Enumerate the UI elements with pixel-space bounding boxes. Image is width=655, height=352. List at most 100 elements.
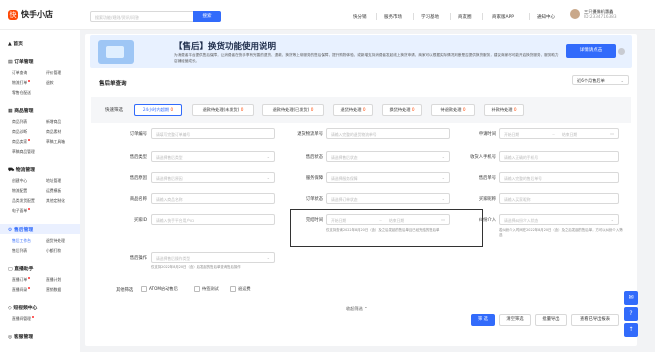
- checkbox-pending-test[interactable]: 待签测试: [194, 286, 219, 292]
- tab-refund-shipped[interactable]: 退款待处理(已发货) 0: [262, 104, 324, 116]
- sidebar-item-product-material[interactable]: 商品素材: [46, 129, 61, 135]
- chevron-down-icon: ⌄: [441, 175, 445, 180]
- aftersale-action-label: 售后操作: [129, 256, 147, 261]
- nav-service-market[interactable]: 服务市场: [384, 14, 402, 20]
- nav-divider: [376, 13, 377, 20]
- search-input[interactable]: 搜索功能/规则/资讯/问答: [95, 15, 139, 21]
- sidebar-item-live-room-manage[interactable]: 直播间管理: [12, 316, 34, 322]
- new-dot-icon: [28, 139, 31, 141]
- banner-detail-button[interactable]: 详情请点击: [566, 44, 616, 58]
- tab-refund-processing[interactable]: 待退款处理 0: [431, 104, 475, 116]
- sidebar-item-order-query[interactable]: 订单查询: [12, 70, 27, 76]
- sidebar-item-category-shipping[interactable]: 品类发货配置: [12, 198, 35, 204]
- buyer-nick-input[interactable]: 请输入买家昵称: [499, 193, 619, 204]
- tab-exchange-pending[interactable]: 换货待处理 0: [382, 104, 422, 116]
- sidebar-item-live-room-record[interactable]: 直播间录: [12, 287, 31, 293]
- sidebar-section-shortvideo[interactable]: ◇ 短视频中心: [8, 304, 37, 311]
- sidebar-item-new-product[interactable]: 新增商品: [46, 119, 61, 125]
- global-search[interactable]: 搜索功能/规则/资讯/问答 搜索: [90, 11, 221, 22]
- sidebar-item-return-pending[interactable]: 退货待处理: [46, 238, 65, 244]
- sidebar-item-product-list[interactable]: 商品列表: [12, 119, 27, 125]
- sidebar-item-refund[interactable]: 退款: [46, 80, 54, 86]
- sidebar-item-other-custom[interactable]: 其他定制化: [46, 198, 65, 204]
- date-range-select[interactable]: 近6个月售后单 ⌄: [572, 75, 629, 85]
- chevron-down-icon: ⌄: [620, 78, 624, 83]
- sidebar-section-logistics[interactable]: ⛟ 物流管理: [8, 166, 35, 174]
- sidebar-item-aftersale-workbench[interactable]: 售后工作台: [12, 238, 31, 244]
- sidebar-item-draft-tools[interactable]: 草稿工具箱: [46, 139, 65, 145]
- dispute-select[interactable]: 请选择纠纷介入状态 ⌄: [499, 214, 619, 225]
- nav-merchant-circle[interactable]: 商友圈: [458, 14, 472, 20]
- sidebar-section-aftersale[interactable]: ⚙ 售后管理: [8, 226, 33, 233]
- checkbox-return-freight[interactable]: 退运费: [230, 286, 251, 292]
- filter-button[interactable]: 筛 选: [471, 314, 495, 326]
- service-guarantee-select[interactable]: 请选择服务保障 ⌄: [326, 172, 450, 183]
- return-tracking-input[interactable]: 请输入完整的退货物流单号: [326, 128, 450, 139]
- aftersale-status-select[interactable]: 请选择售后状态 ⌄: [326, 151, 450, 162]
- nav-kuaifenxiao[interactable]: 快分销: [353, 14, 367, 20]
- apply-time-label: 申请时间: [478, 132, 496, 137]
- close-icon[interactable]: [618, 48, 625, 55]
- tab-return-pending[interactable]: 退货待处理 0: [333, 104, 373, 116]
- collapse-filters-toggle[interactable]: 收起筛选 ⌃: [346, 306, 368, 312]
- sidebar-item-address-manage[interactable]: 地址管理: [46, 178, 61, 184]
- sidebar-item-product-seller[interactable]: 商品卖家: [12, 139, 31, 145]
- sidebar-item-home[interactable]: ▲ 首页: [8, 40, 23, 47]
- sidebar-section-products[interactable]: ▦ 商品管理: [8, 107, 33, 114]
- buyer-nick-label: 买家昵称: [478, 197, 496, 202]
- sidebar-section-orders[interactable]: ▤ 订单管理: [8, 58, 33, 65]
- apply-time-range[interactable]: 开始日期 ~ 结束日期 ▭: [499, 128, 619, 139]
- clear-filters-button[interactable]: 清空筛选: [499, 314, 531, 326]
- order-status-label: 订单状态: [305, 197, 323, 202]
- message-icon[interactable]: ✉: [624, 291, 638, 305]
- sidebar-section-live[interactable]: ▢ 直播助手: [8, 265, 33, 272]
- order-no-input[interactable]: 请填写完整订单编号: [151, 128, 275, 139]
- tab-refund-unshipped[interactable]: 退款待处理(未发货) 0: [192, 104, 254, 116]
- service-guarantee-label: 服务保障: [305, 176, 323, 181]
- order-status-select[interactable]: 请选择订单状态 ⌄: [326, 193, 450, 204]
- sidebar-item-live-plan[interactable]: 直播计划: [46, 277, 61, 283]
- sidebar-item-aftersale-list[interactable]: 售后列表: [12, 248, 27, 254]
- search-button[interactable]: 搜索: [193, 11, 221, 22]
- batch-export-button[interactable]: 批量导出: [535, 314, 567, 326]
- checkbox-atom[interactable]: ATOM启动售后: [141, 286, 178, 292]
- complete-time-range[interactable]: 开始日期 ~ 结束日期 ▭: [326, 214, 450, 225]
- aftersale-no-label: 售后单号: [478, 176, 496, 181]
- sidebar-item-retail-delivery[interactable]: 零售仓配送: [12, 90, 31, 96]
- aftersale-reason-label: 售后原因: [129, 176, 147, 181]
- chevron-down-icon: ⌄: [610, 217, 614, 222]
- nav-notifications[interactable]: 通知中心: [537, 14, 555, 20]
- sidebar-item-live-orders[interactable]: 直播订单: [12, 277, 31, 283]
- view-exports-button[interactable]: 查看已导出报表: [571, 314, 619, 326]
- receiver-phone-input[interactable]: 请输入正确的手机号: [499, 151, 619, 162]
- nav-merchant-app[interactable]: 商家版APP: [492, 14, 514, 20]
- buyer-id-input[interactable]: 请输入快手平台用户ID: [151, 214, 275, 225]
- user-menu[interactable]: 三只摄像机惠鑫 ID:2334716383: [570, 9, 617, 19]
- tab-24h-overdue[interactable]: 24小时内超期 0: [134, 104, 182, 116]
- sidebar-item-e-waybill[interactable]: 电子面单: [12, 208, 31, 214]
- help-icon[interactable]: ?: [624, 307, 638, 321]
- aftersale-action-select[interactable]: 请选择售后操作类型 ⌄: [151, 252, 275, 263]
- sidebar-item-marketing-data[interactable]: 营销数据: [46, 287, 61, 293]
- new-dot-icon: [28, 80, 31, 82]
- nav-learning-base[interactable]: 学习基地: [421, 14, 439, 20]
- aftersale-reason-select[interactable]: 请选择售后原因 ⌄: [151, 172, 275, 183]
- aftersale-type-select[interactable]: 请选择售后类型 ⌄: [151, 151, 275, 162]
- sidebar-item-draft-products[interactable]: 草稿商品管理: [12, 149, 35, 155]
- sidebar-section-customer-service[interactable]: ◎ 客服管理: [8, 333, 33, 340]
- quick-filter-label: 快速筛选: [105, 108, 123, 113]
- back-to-top-icon[interactable]: ↑: [624, 323, 638, 337]
- sidebar-item-create-center[interactable]: 创建中心: [12, 178, 27, 184]
- sidebar-item-freight-template[interactable]: 运费模板: [46, 188, 61, 194]
- sidebar-item-logistics-config[interactable]: 物流配置: [12, 188, 27, 194]
- sidebar-item-logistics-print[interactable]: 物流打单: [12, 80, 31, 86]
- tab-supplement-pending[interactable]: 补款待处理 0: [484, 104, 524, 116]
- product-name-input[interactable]: 请输入商品名称: [151, 193, 275, 204]
- sidebar-item-review-manage[interactable]: 评价管理: [46, 70, 61, 76]
- chevron-down-icon: ⌄: [441, 196, 445, 201]
- sidebar-item-small-payment[interactable]: 小额打款: [46, 248, 61, 254]
- aftersale-no-input[interactable]: 请输入完整的售后单号: [499, 172, 619, 183]
- sidebar-item-product-diagnosis[interactable]: 商品诊断: [12, 129, 27, 135]
- app-logo[interactable]: 快 快手小店: [8, 9, 53, 20]
- top-bar: 快 快手小店 搜索功能/规则/资讯/问答 搜索 快分销 服务市场 学习基地 商友…: [0, 0, 655, 30]
